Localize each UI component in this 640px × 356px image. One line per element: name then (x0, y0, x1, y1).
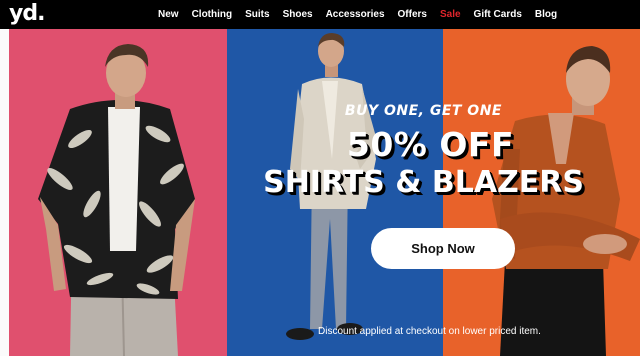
nav-item-new[interactable]: New (158, 0, 179, 29)
promo-disclaimer: Discount applied at checkout on lower pr… (318, 326, 541, 337)
promo-headline-category: SHIRTS & BLAZERS (263, 165, 584, 200)
shop-now-button[interactable]: Shop Now (371, 228, 515, 269)
nav-item-suits[interactable]: Suits (245, 0, 269, 29)
nav-item-clothing[interactable]: Clothing (192, 0, 233, 29)
top-navigation-bar: yd. New Clothing Suits Shoes Accessories… (0, 0, 640, 29)
promo-headline-discount: 50% OFF (346, 125, 514, 164)
nav-item-accessories[interactable]: Accessories (326, 0, 385, 29)
nav-item-shoes[interactable]: Shoes (283, 0, 313, 29)
nav-item-offers[interactable]: Offers (398, 0, 427, 29)
brand-logo[interactable]: yd. (9, 1, 45, 27)
promo-kicker: BUY ONE, GET ONE (344, 103, 502, 119)
hero-banner[interactable]: BUY ONE, GET ONE 50% OFF SHIRTS & BLAZER… (0, 29, 640, 356)
nav-item-blog[interactable]: Blog (535, 0, 557, 29)
nav-item-sale[interactable]: Sale (440, 0, 461, 29)
main-nav: New Clothing Suits Shoes Accessories Off… (158, 0, 570, 29)
nav-item-gift-cards[interactable]: Gift Cards (474, 0, 522, 29)
